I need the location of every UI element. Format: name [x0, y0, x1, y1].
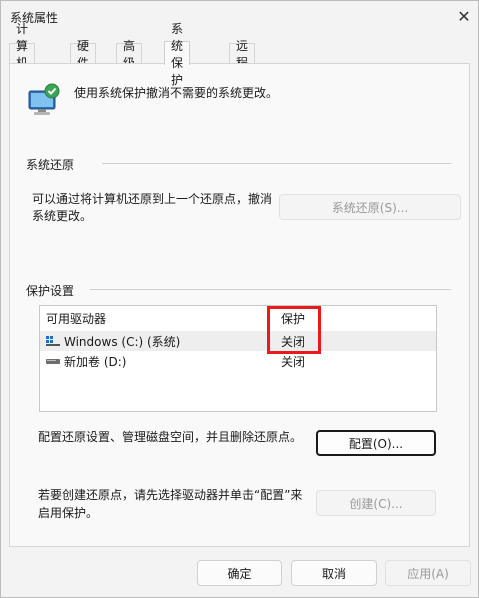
restore-description-line2: 系统更改。	[32, 209, 93, 223]
protection-settings-heading: 保护设置	[26, 284, 75, 298]
button-label: 取消	[321, 566, 346, 581]
system-properties-window: 系统属性 ✕ 计算机名 硬件 高级 系统保护 远程 使用系统保护撤消不需要的系统…	[0, 0, 479, 598]
system-restore-button[interactable]: 系统还原(S)...	[279, 194, 461, 220]
ok-button[interactable]: 确定	[197, 560, 282, 586]
restore-description-line1: 可以通过将计算机还原到上一个还原点，撤消	[32, 192, 273, 206]
title-bar: 系统属性 ✕	[1, 1, 478, 31]
button-label: 确定	[227, 566, 252, 581]
cancel-button[interactable]: 取消	[291, 560, 377, 586]
drives-list[interactable]: 可用驱动器 保护 Windows (C:) (系统) 关闭 新加卷 (D:) 关…	[39, 305, 437, 412]
create-description-line2: 启用保护。	[38, 506, 99, 520]
button-label: 应用(A)	[407, 566, 449, 581]
system-restore-heading: 系统还原	[26, 158, 75, 172]
windows-drive-icon	[46, 336, 60, 346]
divider	[90, 289, 451, 290]
button-label: 创建(C)...	[349, 496, 403, 511]
divider	[102, 163, 451, 164]
drive-protection-status: 关闭	[281, 355, 306, 369]
drive-icon	[46, 359, 60, 364]
create-description-line1: 若要创建还原点，请先选择驱动器并单击“配置”来	[38, 488, 303, 502]
tab-advanced[interactable]: 高级	[116, 39, 143, 70]
tab-remote[interactable]: 远程	[229, 39, 256, 70]
protection-status-highlight	[267, 306, 321, 354]
configure-button[interactable]: 配置(O)...	[316, 430, 436, 456]
configure-description: 配置还原设置、管理磁盘空间，并且删除还原点。	[38, 430, 303, 444]
drive-name: 新加卷 (D:)	[64, 355, 127, 369]
button-label: 配置(O)...	[348, 436, 404, 451]
list-item[interactable]: Windows (C:) (系统) 关闭	[40, 331, 436, 351]
dialog-footer: 确定 取消 应用(A)	[1, 547, 478, 597]
system-protection-icon	[28, 83, 60, 115]
tab-computer-name[interactable]: 计算机名	[9, 22, 36, 87]
create-button[interactable]: 创建(C)...	[316, 490, 436, 516]
tab-label: 系统保护	[171, 21, 184, 87]
tab-system-protection[interactable]: 系统保护	[164, 22, 191, 87]
button-label: 系统还原(S)...	[331, 200, 409, 215]
drive-name: Windows (C:) (系统)	[64, 335, 181, 349]
close-icon[interactable]: ✕	[453, 5, 475, 27]
list-header: 可用驱动器 保护	[40, 306, 436, 328]
list-item[interactable]: 新加卷 (D:) 关闭	[40, 351, 436, 371]
tab-hardware[interactable]: 硬件	[70, 39, 97, 70]
apply-button[interactable]: 应用(A)	[385, 560, 471, 586]
system-protection-panel: 使用系统保护撤消不需要的系统更改。 系统还原 可以通过将计算机还原到上一个还原点…	[9, 63, 470, 547]
column-header-drive[interactable]: 可用驱动器	[46, 310, 106, 327]
